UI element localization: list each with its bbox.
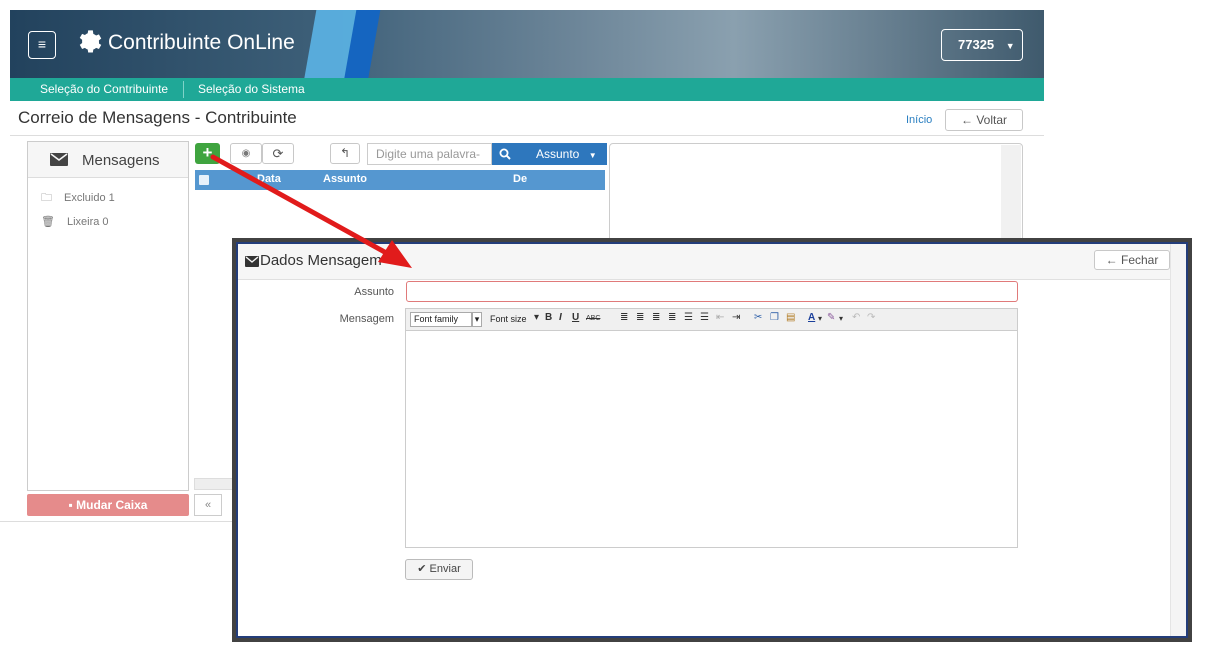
copy-icon[interactable]: ❐: [770, 312, 779, 323]
nav-divider: [183, 81, 184, 98]
mailbox-heading-label: Mensagens: [82, 152, 160, 169]
pager-prev-button[interactable]: «: [194, 494, 222, 516]
column-de[interactable]: De: [513, 173, 527, 185]
home-link[interactable]: Início: [906, 114, 932, 126]
search-icon: [499, 148, 511, 160]
underline-icon[interactable]: U: [572, 312, 579, 323]
send-button-label: Enviar: [429, 563, 461, 575]
modal-header: Dados Mensagem ← Fechar: [238, 244, 1186, 280]
align-center-icon[interactable]: ≣: [636, 312, 644, 323]
font-family-select[interactable]: Font family: [410, 312, 472, 327]
modal-title: Dados Mensagem: [260, 252, 382, 269]
message-label: Mensagem: [339, 313, 394, 325]
highlight-color-icon[interactable]: ✎: [827, 312, 835, 323]
modal-scrollbar[interactable]: [1170, 244, 1186, 636]
text-color-dropdown-arrow[interactable]: ▾: [818, 314, 822, 323]
italic-icon[interactable]: I: [559, 312, 562, 323]
strikethrough-icon[interactable]: ABC: [586, 315, 600, 322]
table-horizontal-scrollbar[interactable]: [194, 478, 234, 490]
nav-item-sistema[interactable]: Seleção do Sistema: [190, 78, 313, 101]
refresh-icon: ⟳: [272, 146, 284, 161]
font-size-dropdown-arrow[interactable]: ▾: [534, 312, 539, 323]
eye-icon: ◉: [241, 148, 251, 159]
message-table-header: Data Assunto De: [195, 170, 605, 190]
change-mailbox-button[interactable]: ▪ Mudar Caixa: [27, 494, 189, 516]
outdent-icon[interactable]: ⇤: [716, 312, 724, 323]
align-right-icon[interactable]: ≣: [652, 312, 660, 323]
editor-toolbar: Font family ▾ Font size ▾ B I U ABC ≣ ≣ …: [406, 309, 1017, 331]
view-button[interactable]: ◉: [230, 143, 262, 164]
back-button-label: Voltar: [976, 113, 1008, 127]
system-nav: Seleção do Contribuinte Seleção do Siste…: [10, 78, 1044, 101]
cut-icon[interactable]: ✂: [754, 312, 762, 323]
inbox-icon: ▪: [68, 498, 73, 512]
caret-down-icon: ▼: [1005, 41, 1015, 51]
column-data[interactable]: Data: [257, 173, 281, 185]
text-color-icon[interactable]: A: [808, 312, 815, 323]
select-all-checkbox[interactable]: [199, 175, 209, 185]
message-editor[interactable]: Font family ▾ Font size ▾ B I U ABC ≣ ≣ …: [405, 308, 1018, 548]
arrow-left-icon: ←: [960, 113, 973, 127]
refresh-button[interactable]: ⟳: [262, 143, 294, 164]
user-account-dropdown[interactable]: 77325 ▼: [941, 29, 1023, 61]
page-title: Correio de Mensagens - Contribuinte: [18, 108, 297, 127]
close-button-label: Fechar: [1120, 253, 1159, 267]
numbered-list-icon[interactable]: ☰: [700, 312, 709, 323]
nav-item-contribuinte[interactable]: Seleção do Contribuinte: [32, 78, 176, 101]
gear-icon: [79, 30, 102, 53]
folder-label: Lixeira 0: [66, 216, 109, 228]
reply-button[interactable]: ↰: [330, 143, 360, 164]
send-button[interactable]: ✔ Enviar: [405, 559, 473, 580]
align-left-icon[interactable]: ≣: [620, 312, 628, 323]
undo-icon[interactable]: ↶: [852, 312, 860, 323]
mailbox-heading[interactable]: Mensagens: [28, 142, 188, 178]
menu-button[interactable]: ≡: [28, 31, 56, 59]
reply-icon: ↰: [339, 146, 351, 160]
plus-icon: +: [202, 143, 213, 162]
search-input[interactable]: Digite uma palavra-: [367, 143, 492, 165]
filter-label: Assunto: [536, 147, 580, 161]
redo-icon[interactable]: ↷: [867, 312, 875, 323]
back-button[interactable]: ← Voltar: [945, 109, 1023, 131]
folder-label: Excluido 1: [64, 192, 115, 204]
align-justify-icon[interactable]: ≣: [668, 312, 676, 323]
column-assunto[interactable]: Assunto: [323, 173, 367, 185]
bold-icon[interactable]: B: [545, 312, 552, 323]
font-family-dropdown-arrow[interactable]: ▾: [472, 312, 482, 327]
search-filter-dropdown[interactable]: Assunto ▼: [518, 143, 607, 165]
indent-icon[interactable]: ⇥: [732, 312, 740, 323]
hamburger-icon: ≡: [37, 36, 47, 52]
envelope-icon: [50, 153, 68, 166]
app-title: Contribuinte OnLine: [108, 31, 295, 54]
trash-icon: 🗑: [41, 216, 55, 228]
new-message-button[interactable]: +: [195, 143, 220, 164]
search-button[interactable]: [492, 143, 518, 165]
caret-down-icon: ▼: [588, 151, 597, 160]
subject-input[interactable]: [406, 281, 1018, 302]
paste-icon[interactable]: ▤: [786, 312, 795, 323]
message-modal: Dados Mensagem ← Fechar Assunto Mensagem…: [236, 242, 1188, 638]
change-mailbox-label: Mudar Caixa: [76, 498, 148, 512]
folder-icon: 🗀: [41, 192, 52, 204]
arrow-left-icon: ←: [1105, 253, 1118, 267]
divider: [10, 135, 1044, 136]
bullet-list-icon[interactable]: ☰: [684, 312, 693, 323]
mailbox-panel: Mensagens 🗀 Excluido 1 🗑 Lixeira 0: [27, 141, 189, 491]
highlight-dropdown-arrow[interactable]: ▾: [839, 314, 843, 323]
subject-label: Assunto: [354, 286, 394, 298]
checkmark-icon: ✔: [417, 563, 427, 575]
envelope-icon: [245, 256, 259, 267]
divider: [0, 521, 232, 522]
user-code: 77325: [958, 37, 995, 52]
folder-excluido[interactable]: 🗀 Excluido 1: [41, 189, 115, 208]
folder-lixeira[interactable]: 🗑 Lixeira 0: [41, 215, 109, 228]
close-modal-button[interactable]: ← Fechar: [1094, 250, 1170, 270]
